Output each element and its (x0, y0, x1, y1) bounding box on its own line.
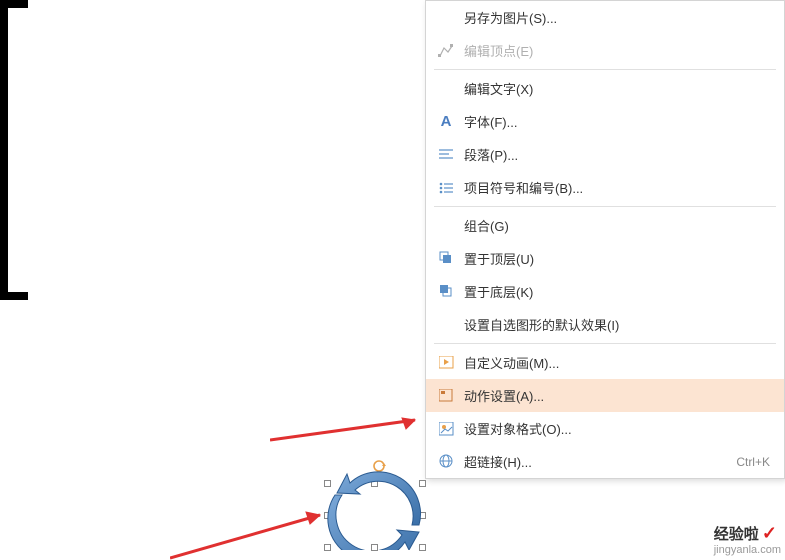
menu-paragraph[interactable]: 段落(P)... (426, 138, 784, 171)
menu-separator (434, 206, 776, 207)
menu-font[interactable]: A 字体(F)... (426, 105, 784, 138)
menu-label: 项目符号和编号(B)... (464, 178, 770, 197)
menu-action-settings[interactable]: 动作设置(A)... (426, 379, 784, 412)
bullets-icon (434, 178, 458, 198)
red-arrow-annotation (270, 415, 430, 445)
format-obj-icon (434, 419, 458, 439)
menu-separator (434, 343, 776, 344)
font-a-icon: A (434, 112, 458, 132)
menu-edit-text[interactable]: 编辑文字(X) (426, 72, 784, 105)
watermark-check-icon: ✓ (762, 523, 777, 543)
menu-label: 编辑文字(X) (464, 79, 770, 98)
context-menu: 另存为图片(S)... 编辑顶点(E) 编辑文字(X) A 字体(F)... 段… (425, 0, 785, 479)
menu-format-object[interactable]: 设置对象格式(O)... (426, 412, 784, 445)
menu-separator (434, 69, 776, 70)
menu-send-back[interactable]: 置于底层(K) (426, 275, 784, 308)
left-bracket-shape (0, 0, 30, 300)
menu-label: 组合(G) (464, 216, 770, 235)
blank-icon (434, 216, 458, 236)
menu-save-as-image[interactable]: 另存为图片(S)... (426, 1, 784, 34)
menu-custom-animation[interactable]: 自定义动画(M)... (426, 346, 784, 379)
bring-front-icon (434, 249, 458, 269)
watermark-brand: 经验啦 (714, 526, 759, 543)
menu-label: 段落(P)... (464, 145, 770, 164)
menu-hyperlink[interactable]: 超链接(H)... Ctrl+K (426, 445, 784, 478)
animation-icon (434, 353, 458, 373)
menu-label: 字体(F)... (464, 112, 770, 131)
red-arrow-annotation (170, 510, 330, 560)
watermark-site: jingyanla.com (714, 544, 781, 556)
paragraph-icon (434, 145, 458, 165)
edit-points-icon (434, 41, 458, 61)
action-icon (434, 386, 458, 406)
blank-icon (434, 79, 458, 99)
menu-label: 设置自选图形的默认效果(I) (464, 315, 770, 334)
menu-label: 编辑顶点(E) (464, 41, 770, 60)
menu-label: 超链接(H)... (464, 452, 736, 471)
menu-group[interactable]: 组合(G) (426, 209, 784, 242)
blank-icon (434, 315, 458, 335)
menu-shortcut: Ctrl+K (736, 455, 770, 469)
menu-default-effect[interactable]: 设置自选图形的默认效果(I) (426, 308, 784, 341)
send-back-icon (434, 282, 458, 302)
menu-bring-front[interactable]: 置于顶层(U) (426, 242, 784, 275)
menu-edit-points: 编辑顶点(E) (426, 34, 784, 67)
selected-curved-arrow-shape[interactable] (327, 460, 427, 550)
menu-label: 置于底层(K) (464, 282, 770, 301)
menu-label: 设置对象格式(O)... (464, 419, 770, 438)
watermark: 经验啦 ✓ jingyanla.com (714, 523, 781, 556)
menu-label: 置于顶层(U) (464, 249, 770, 268)
menu-label: 另存为图片(S)... (464, 8, 770, 27)
menu-label: 动作设置(A)... (464, 386, 770, 405)
blank-icon (434, 8, 458, 28)
menu-label: 自定义动画(M)... (464, 353, 770, 372)
menu-bullets[interactable]: 项目符号和编号(B)... (426, 171, 784, 204)
hyperlink-icon (434, 452, 458, 472)
